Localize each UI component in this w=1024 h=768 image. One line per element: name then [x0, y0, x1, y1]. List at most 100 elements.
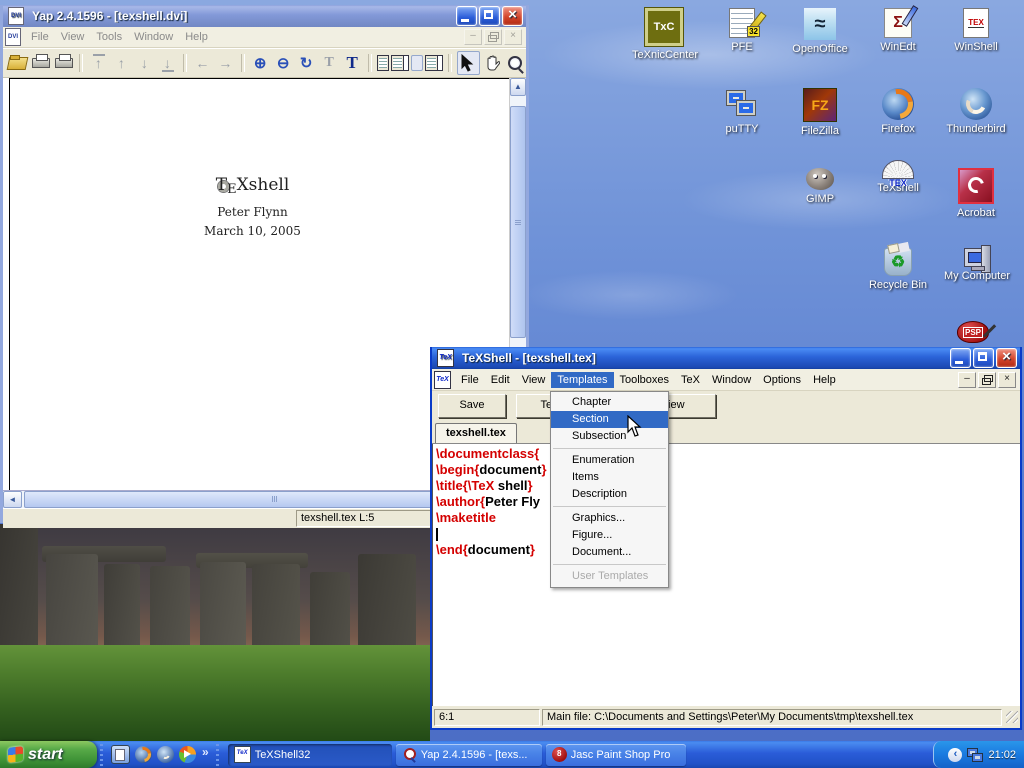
view-continuous-facing-icon[interactable] [425, 55, 438, 71]
menu-view[interactable]: View [516, 372, 552, 388]
print-all-icon[interactable] [53, 52, 74, 74]
yap-titlebar[interactable]: DVI Yap 2.4.1596 - [texshell.dvi] [3, 5, 526, 27]
menu-help[interactable]: Help [807, 372, 842, 388]
menu-item-subsection[interactable]: Subsection [551, 428, 668, 445]
thunderbird-quick-icon[interactable] [157, 746, 174, 763]
network-icon[interactable] [967, 748, 983, 761]
task-psp[interactable]: 8Jasc Paint Shop Pro [546, 744, 686, 766]
texshell-titlebar[interactable]: TeX TeXShell - [texshell.tex] [432, 347, 1020, 369]
texshell-menubar: TeX FileEditViewTemplatesToolboxesTeXWin… [432, 369, 1020, 391]
desktop-icon-acrobat[interactable]: Acrobat [944, 168, 1008, 219]
select-tool-icon[interactable] [457, 51, 480, 75]
first-page-icon[interactable]: ↑ [88, 52, 109, 74]
main-file-path: Main file: C:\Documents and Settings\Pet… [542, 709, 1002, 726]
menu-tex[interactable]: TeX [675, 372, 706, 388]
yap-menu-help[interactable]: Help [179, 29, 214, 45]
desktop-icon-texshell[interactable]: TEXTeXshell [866, 168, 930, 194]
desktop-icon-winedt[interactable]: ΣWinEdt [866, 8, 930, 53]
next-page-icon[interactable]: ↓ [134, 52, 155, 74]
prev-page-icon[interactable]: ↑ [111, 52, 132, 74]
code-editor[interactable]: \documentclass{\begin{document}\title{\T… [432, 444, 1020, 706]
menu-item-chapter[interactable]: Chapter [551, 394, 668, 411]
print-icon[interactable] [30, 52, 51, 74]
dvi-doc-author: Peter Flynn [10, 205, 495, 219]
media-player-icon[interactable] [179, 746, 196, 763]
desktop-icon-gimp[interactable]: GIMP [788, 168, 852, 205]
close-button[interactable] [502, 6, 523, 26]
maximize-button[interactable] [479, 6, 500, 26]
zoom-out-icon[interactable]: ⊖ [273, 52, 294, 74]
desktop-icon-firefox[interactable]: Firefox [866, 88, 930, 135]
firefox-quick-icon[interactable] [135, 746, 152, 763]
menu-toolboxes[interactable]: Toolboxes [614, 372, 676, 388]
tray-collapse-icon[interactable]: ‹ [948, 748, 962, 762]
refresh-icon[interactable]: ↻ [296, 52, 317, 74]
resize-grip[interactable] [1006, 711, 1018, 723]
minimize-button[interactable] [950, 348, 971, 368]
toolbar-separator [79, 54, 83, 72]
desktop-icon-texniccenter[interactable]: TxCTeXnicCenter [632, 8, 696, 61]
menu-item-document[interactable]: Document... [551, 544, 668, 561]
view-single-icon[interactable] [377, 55, 390, 71]
menu-item-section[interactable]: Section [551, 411, 668, 428]
desktop-icon-pfe[interactable]: 32PFE [710, 8, 774, 53]
forward-icon[interactable]: → [215, 52, 236, 74]
mdi-close-button[interactable]: × [998, 372, 1016, 388]
ruler-tool-icon[interactable]: T [319, 52, 340, 74]
desktop-icon-thunderbird[interactable]: Thunderbird [944, 88, 1008, 135]
task-texshell[interactable]: TeXTeXShell32 [228, 744, 392, 766]
desktop-icon-my-computer[interactable]: My Computer [944, 248, 1008, 282]
text-tool-icon[interactable]: T [342, 52, 363, 74]
texshell-desktop-icon: TEX [882, 160, 914, 179]
code-token: shell [494, 478, 527, 493]
zoom-in-icon[interactable]: ⊕ [250, 52, 271, 74]
start-button[interactable]: start [0, 741, 97, 768]
menu-item-figure[interactable]: Figure... [551, 527, 668, 544]
desktop-icon-putty[interactable]: puTTY [710, 88, 774, 135]
menu-item-items[interactable]: Items [551, 469, 668, 486]
show-desktop-icon[interactable] [111, 745, 130, 764]
save-button[interactable]: Save [438, 394, 506, 418]
scroll-up-button[interactable]: ▲ [510, 78, 526, 96]
yap-menu-tools[interactable]: Tools [90, 29, 128, 45]
close-button[interactable] [996, 348, 1017, 368]
open-icon[interactable] [7, 52, 28, 74]
menu-item-graphics[interactable]: Graphics... [551, 510, 668, 527]
yap-menu-window[interactable]: Window [128, 29, 179, 45]
icon-label: Firefox [866, 123, 930, 135]
quicklaunch-overflow-chevron[interactable]: » [202, 745, 209, 759]
hand-tool-icon[interactable] [482, 52, 503, 74]
toolbar-separator [448, 54, 452, 72]
task-yap[interactable]: Yap 2.4.1596 - [texs... [396, 744, 542, 766]
view-continuous-icon[interactable] [411, 55, 424, 71]
yap-menu-view[interactable]: View [55, 29, 91, 45]
maximize-button[interactable] [973, 348, 994, 368]
yap-menu-file[interactable]: File [25, 29, 55, 45]
menu-item-description[interactable]: Description [551, 486, 668, 503]
taskbar: start » TeXTeXShell32Yap 2.4.1596 - [tex… [0, 741, 1024, 768]
taskbar-clock[interactable]: 21:02 [988, 749, 1016, 761]
last-page-icon[interactable]: ↓ [157, 52, 178, 74]
tab-texshell-tex[interactable]: texshell.tex [435, 423, 517, 443]
desktop-icon-winshell[interactable]: TEXWinShell [944, 8, 1008, 53]
yap-menu-items: FileViewToolsWindowHelp [25, 29, 214, 45]
psp-desktop-icon[interactable]: PSP [955, 321, 991, 347]
back-icon[interactable]: ← [192, 52, 213, 74]
scroll-left-button[interactable]: ◄ [3, 491, 22, 508]
desktop-icon-filezilla[interactable]: FZFileZilla [788, 88, 852, 137]
mdi-restore-button[interactable] [978, 372, 996, 388]
menu-window[interactable]: Window [706, 372, 757, 388]
desktop-icon-openoffice[interactable]: ≈OpenOffice [788, 8, 852, 55]
menu-options[interactable]: Options [757, 372, 807, 388]
desktop-icon-recycle-bin[interactable]: ♻Recycle Bin [866, 248, 930, 291]
menu-edit[interactable]: Edit [485, 372, 516, 388]
icon-label: My Computer [944, 270, 1008, 282]
view-facing-icon[interactable] [391, 55, 404, 71]
menu-item-enumeration[interactable]: Enumeration [551, 452, 668, 469]
minimize-button[interactable] [456, 6, 477, 26]
menu-file[interactable]: File [455, 372, 485, 388]
mdi-minimize-button[interactable]: – [958, 372, 976, 388]
magnify-tool-icon[interactable] [505, 52, 526, 74]
menu-templates[interactable]: Templates [551, 372, 613, 388]
scroll-thumb[interactable] [510, 106, 526, 338]
